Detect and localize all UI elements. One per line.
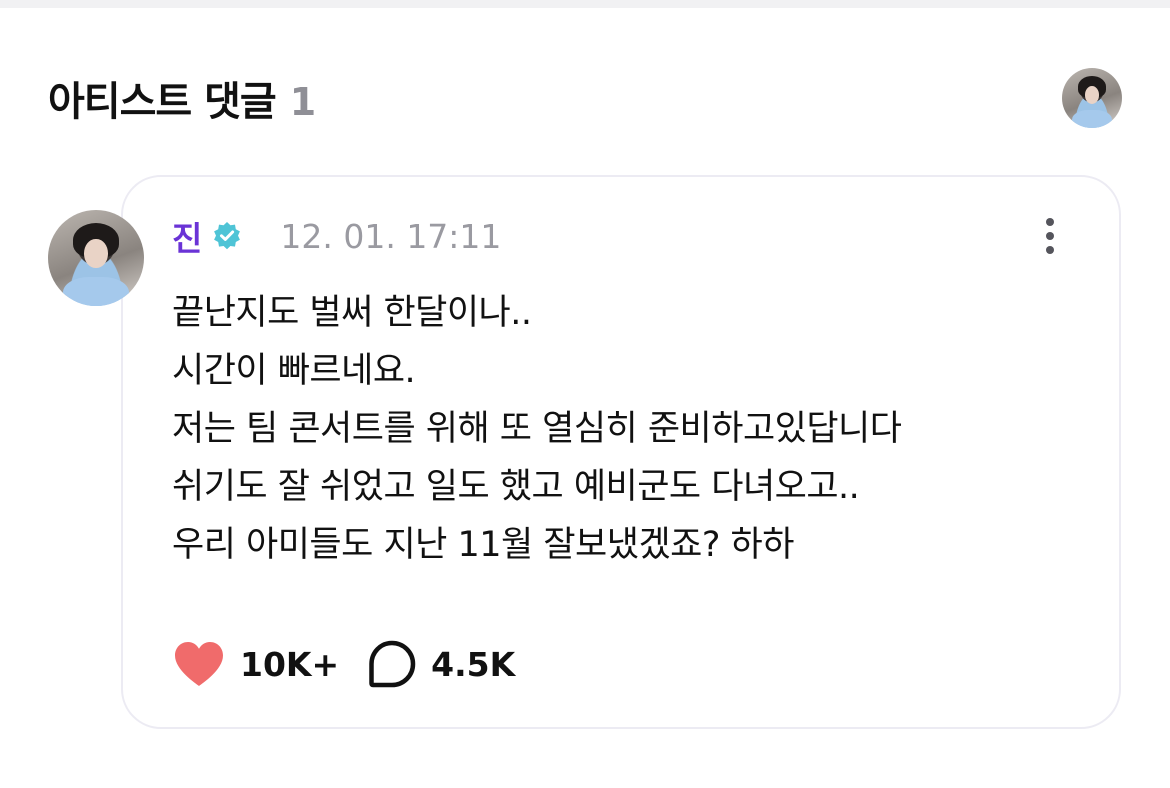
comment-count: 1: [289, 80, 317, 124]
post-text-line: 시간이 빠르네요.: [172, 351, 416, 391]
like-button[interactable]: 10K+: [172, 640, 339, 688]
post-text-line: 우리 아미들도 지난 11월 잘보냈겠죠? 하하: [172, 525, 794, 565]
top-divider-strip: [0, 0, 1170, 8]
author-name[interactable]: 진: [172, 212, 202, 260]
more-dot-icon: [1046, 218, 1054, 226]
section-title-text: 아티스트 댓글: [48, 79, 277, 125]
post-header: 진 12. 01. 17:11: [172, 212, 501, 260]
artist-comments-header: 아티스트 댓글 1: [48, 62, 1122, 134]
heart-icon: [175, 642, 223, 686]
more-dot-icon: [1046, 246, 1054, 254]
post-text-line: 저는 팀 콘서트를 위해 또 열심히 준비하고있답니다: [172, 409, 902, 449]
artist-avatar-header[interactable]: [1062, 68, 1122, 128]
more-dot-icon: [1046, 232, 1054, 240]
more-options-button[interactable]: [1034, 212, 1066, 260]
comment-count-label: 4.5K: [431, 644, 516, 684]
post-text-line: 끝난지도 벌써 한달이나..: [172, 293, 532, 333]
post-body: 끝난지도 벌써 한달이나.. 시간이 빠르네요. 저는 팀 콘서트를 위해 또 …: [172, 284, 1072, 574]
comment-button[interactable]: 4.5K: [367, 639, 515, 689]
speech-bubble-icon: [369, 640, 416, 688]
like-count: 10K+: [240, 644, 340, 684]
post-actions: 10K+ 4.5K: [172, 636, 515, 692]
verified-badge-icon: [214, 222, 241, 250]
section-title: 아티스트 댓글 1: [48, 69, 316, 127]
post-timestamp: 12. 01. 17:11: [280, 216, 502, 256]
post-text-line: 쉬기도 잘 쉬었고 일도 했고 예비군도 다녀오고..: [172, 467, 860, 507]
author-avatar[interactable]: [48, 210, 144, 306]
